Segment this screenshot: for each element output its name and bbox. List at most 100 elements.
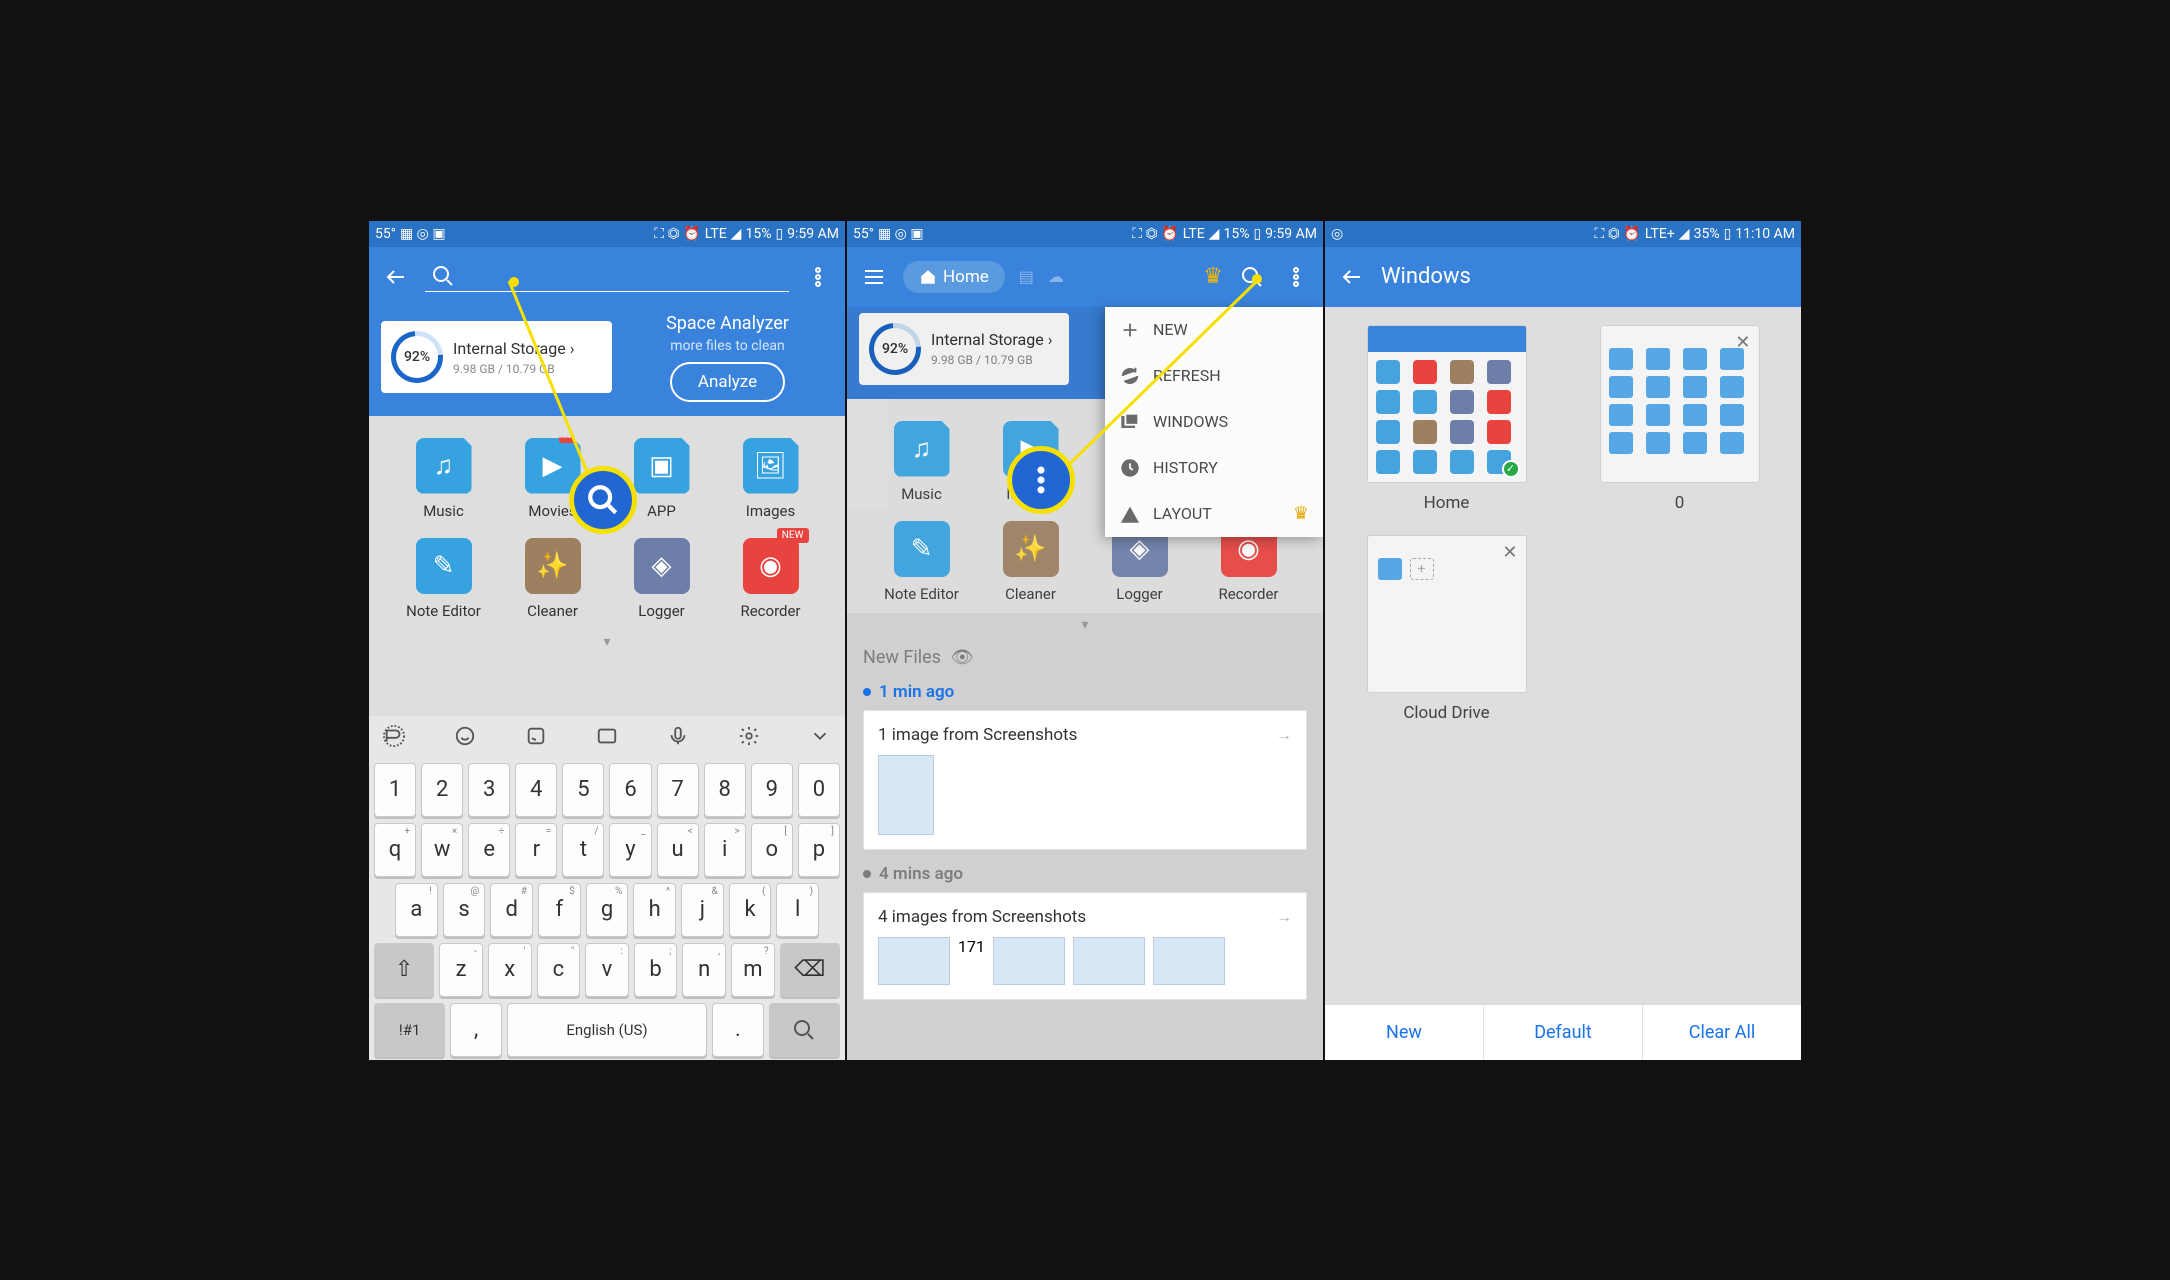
- window-label: 0: [1675, 493, 1685, 513]
- mic-icon[interactable]: [667, 725, 689, 751]
- window-cloud-drive[interactable]: ✕ + Cloud Drive: [1339, 535, 1554, 723]
- signal-icon: ◢: [731, 226, 742, 242]
- key-c[interactable]: c": [537, 943, 581, 997]
- key-backspace[interactable]: ⌫: [780, 943, 840, 997]
- key-i[interactable]: i>: [704, 823, 746, 877]
- app-recorder[interactable]: ◉NEWRecorder: [716, 538, 825, 620]
- settings-icon[interactable]: [738, 725, 760, 751]
- key-m[interactable]: m?: [731, 943, 775, 997]
- key-comma[interactable]: ,: [450, 1003, 502, 1057]
- window-zero[interactable]: ✕ 0: [1572, 325, 1787, 513]
- key-p[interactable]: p]: [798, 823, 840, 877]
- eye-icon[interactable]: 👁: [951, 647, 974, 668]
- sticker-icon[interactable]: [525, 725, 547, 751]
- key-v[interactable]: v:: [585, 943, 629, 997]
- app-images[interactable]: 🖼Images: [716, 438, 825, 520]
- key-9[interactable]: 9: [751, 763, 793, 817]
- screenshot-thumbnail[interactable]: [1153, 937, 1225, 985]
- key-h[interactable]: h^: [633, 883, 676, 937]
- key-4[interactable]: 4: [515, 763, 557, 817]
- key-a[interactable]: a!: [395, 883, 438, 937]
- default-button[interactable]: Default: [1484, 1005, 1643, 1060]
- key-search-enter[interactable]: [769, 1003, 840, 1057]
- key-1[interactable]: 1: [374, 763, 416, 817]
- key-b[interactable]: b;: [634, 943, 678, 997]
- key-0[interactable]: 0: [798, 763, 840, 817]
- key-g[interactable]: g%: [586, 883, 629, 937]
- screenshot-thumbnail[interactable]: [878, 755, 934, 835]
- key-d[interactable]: d#: [490, 883, 533, 937]
- key-x[interactable]: x': [488, 943, 532, 997]
- key-n[interactable]: n,: [682, 943, 726, 997]
- internal-storage-card[interactable]: 92% Internal Storage› 9.98 GB / 10.79 GB: [381, 321, 612, 393]
- key-s[interactable]: s@: [443, 883, 486, 937]
- key-symbols[interactable]: !#1: [374, 1003, 445, 1057]
- key-f[interactable]: f$: [538, 883, 581, 937]
- menu-windows[interactable]: WINDOWS: [1105, 399, 1323, 445]
- key-6[interactable]: 6: [609, 763, 651, 817]
- chevron-down-icon[interactable]: ▾: [847, 613, 1323, 637]
- new-button[interactable]: New: [1325, 1005, 1484, 1060]
- key-z[interactable]: z-: [439, 943, 483, 997]
- key-8[interactable]: 8: [704, 763, 746, 817]
- key-3[interactable]: 3: [468, 763, 510, 817]
- menu-refresh[interactable]: REFRESH: [1105, 353, 1323, 399]
- app-music[interactable]: ♫Music: [389, 438, 498, 520]
- key-space[interactable]: English (US): [507, 1003, 707, 1057]
- key-q[interactable]: q+: [374, 823, 416, 877]
- app-note-editor[interactable]: ✎Note Editor: [389, 538, 498, 620]
- new-file-card-1[interactable]: 1 image from Screenshots →: [863, 710, 1307, 850]
- app-cleaner[interactable]: ✨Cleaner: [498, 538, 607, 620]
- key-5[interactable]: 5: [562, 763, 604, 817]
- gif-icon[interactable]: [596, 725, 618, 751]
- crown-icon[interactable]: ♛: [1203, 264, 1223, 289]
- overflow-menu-button[interactable]: [803, 262, 833, 292]
- screenshot-thumbnail[interactable]: [878, 937, 950, 985]
- home-chip[interactable]: Home: [903, 261, 1005, 293]
- menu-layout[interactable]: LAYOUT♛: [1105, 491, 1323, 537]
- app-logger[interactable]: ◈Logger: [607, 538, 716, 620]
- analyze-button[interactable]: Analyze: [670, 362, 785, 402]
- chevron-right-icon: →: [1276, 725, 1292, 745]
- key-j[interactable]: j&: [681, 883, 724, 937]
- expand-icon[interactable]: [809, 725, 831, 751]
- screenshot-thumbnail[interactable]: [993, 937, 1065, 985]
- key-u[interactable]: u<: [657, 823, 699, 877]
- new-file-card-2[interactable]: 4 images from Screenshots → 171: [863, 892, 1307, 1000]
- clear-all-button[interactable]: Clear All: [1643, 1005, 1801, 1060]
- timestamp-2: 4 mins ago: [863, 864, 1307, 884]
- key-o[interactable]: o[: [751, 823, 793, 877]
- app-cleaner[interactable]: ✨Cleaner: [976, 521, 1085, 603]
- key-e[interactable]: e÷: [468, 823, 510, 877]
- close-icon[interactable]: ✕: [1735, 332, 1750, 353]
- key-k[interactable]: k(: [729, 883, 772, 937]
- emoji-icon[interactable]: [454, 725, 476, 751]
- new-badge: NEW: [777, 528, 809, 543]
- app-music[interactable]: ♫Music: [867, 421, 976, 503]
- menu-history[interactable]: HISTORY: [1105, 445, 1323, 491]
- chevron-down-icon[interactable]: ▾: [369, 630, 845, 654]
- overflow-menu-button[interactable]: [1281, 262, 1311, 292]
- window-home[interactable]: ✓ Home: [1339, 325, 1554, 513]
- key-period[interactable]: .: [712, 1003, 764, 1057]
- screenshot-thumbnail[interactable]: [1073, 937, 1145, 985]
- key-2[interactable]: 2: [421, 763, 463, 817]
- key-r[interactable]: r=: [515, 823, 557, 877]
- key-t[interactable]: t/: [562, 823, 604, 877]
- search-icon[interactable]: [425, 262, 789, 292]
- app-note-editor[interactable]: ✎Note Editor: [867, 521, 976, 603]
- add-folder-icon[interactable]: +: [1410, 558, 1434, 580]
- text-input-mode-icon[interactable]: [383, 725, 405, 751]
- menu-new[interactable]: NEW: [1105, 307, 1323, 353]
- hamburger-menu-button[interactable]: [859, 262, 889, 292]
- key-y[interactable]: y_: [609, 823, 651, 877]
- key-w[interactable]: w×: [421, 823, 463, 877]
- new-files-header: New Files: [863, 647, 941, 668]
- key-l[interactable]: l): [776, 883, 819, 937]
- close-icon[interactable]: ✕: [1502, 542, 1517, 563]
- key-7[interactable]: 7: [657, 763, 699, 817]
- timestamp-1: 1 min ago: [863, 682, 1307, 702]
- key-shift[interactable]: ⇧: [374, 943, 434, 997]
- back-button[interactable]: [381, 262, 411, 292]
- back-button[interactable]: [1337, 262, 1367, 292]
